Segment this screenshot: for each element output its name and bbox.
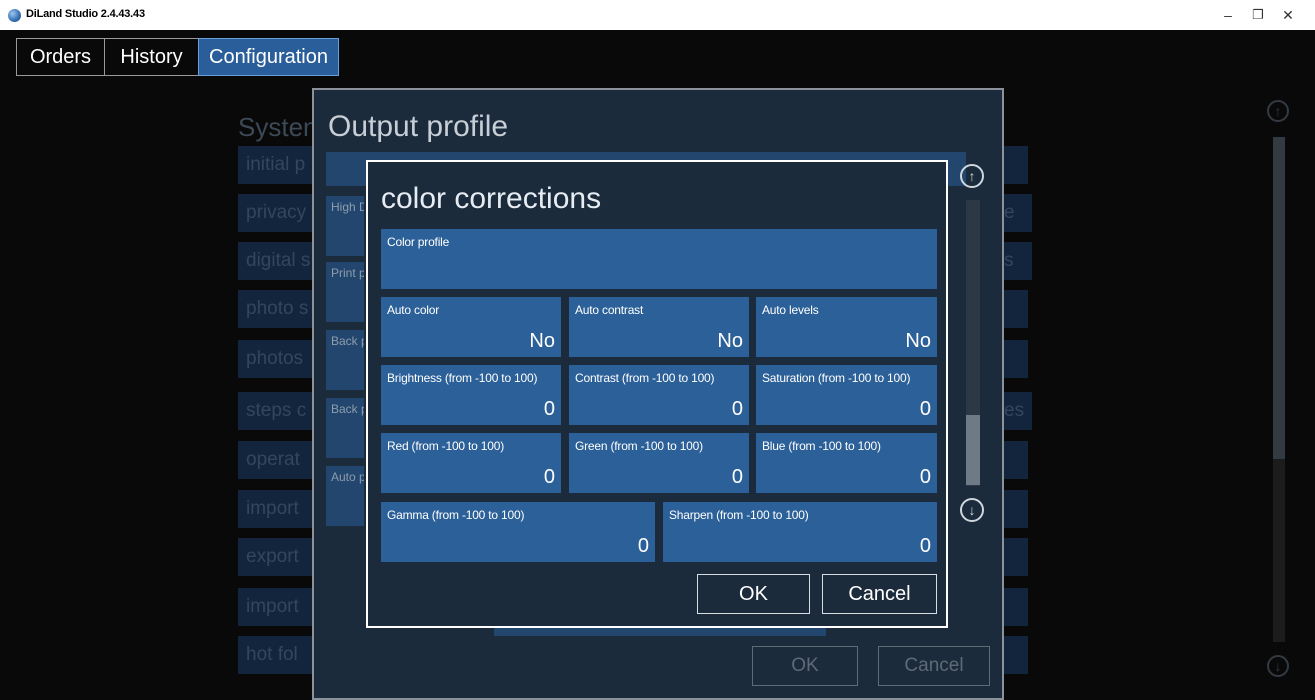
close-button[interactable]: ✕	[1276, 6, 1300, 24]
field-label: Saturation (from -100 to 100)	[762, 371, 911, 385]
ok-button[interactable]: OK	[697, 574, 810, 614]
field-label: Auto color	[387, 303, 440, 317]
field-label: Gamma (from -100 to 100)	[387, 508, 525, 522]
field-value: 0	[919, 466, 931, 488]
tab-orders[interactable]: Orders	[16, 38, 105, 76]
auto-contrast-field[interactable]: Auto contrast No	[569, 297, 749, 357]
field-value: 0	[543, 466, 555, 488]
green-field[interactable]: Green (from -100 to 100) 0	[569, 433, 749, 493]
blue-field[interactable]: Blue (from -100 to 100) 0	[756, 433, 937, 493]
output-row[interactable]: Back p	[326, 330, 364, 390]
arrow-up-circle-icon[interactable]: ↑	[1267, 100, 1289, 122]
arrow-up-circle-icon[interactable]: ↑	[960, 164, 984, 188]
cancel-button[interactable]: Cancel	[822, 574, 937, 614]
field-label: Auto levels	[762, 303, 819, 317]
sharpen-field[interactable]: Sharpen (from -100 to 100) 0	[663, 502, 937, 562]
field-value: 0	[919, 535, 931, 557]
saturation-field[interactable]: Saturation (from -100 to 100) 0	[756, 365, 937, 425]
output-row[interactable]: High D	[326, 196, 364, 256]
field-label: Sharpen (from -100 to 100)	[669, 508, 809, 522]
field-label: Brightness (from -100 to 100)	[387, 371, 538, 385]
color-corrections-dialog: color corrections Color profile Auto col…	[366, 160, 948, 628]
field-value: 0	[731, 466, 743, 488]
field-label: Contrast (from -100 to 100)	[575, 371, 715, 385]
field-label: Green (from -100 to 100)	[575, 439, 703, 453]
app-logo-icon	[8, 9, 21, 22]
output-row[interactable]: Print p	[326, 262, 364, 322]
dialog-title: Output profile	[328, 110, 509, 143]
field-value: No	[717, 330, 743, 352]
field-label: Color profile	[387, 235, 450, 249]
auto-color-field[interactable]: Auto color No	[381, 297, 561, 357]
window-title: DiLand Studio 2.4.43.43	[26, 8, 145, 20]
field-value: 0	[731, 398, 743, 420]
tab-configuration[interactable]: Configuration	[198, 38, 339, 76]
settings-item-fragment: e	[1002, 194, 1032, 232]
settings-item-fragment: es	[1002, 392, 1032, 430]
cancel-button[interactable]: Cancel	[878, 646, 990, 686]
arrow-down-circle-icon[interactable]: ↓	[960, 498, 984, 522]
settings-item-fragment: s	[1002, 242, 1032, 280]
brightness-field[interactable]: Brightness (from -100 to 100) 0	[381, 365, 561, 425]
field-label: Red (from -100 to 100)	[387, 439, 504, 453]
field-value: No	[529, 330, 555, 352]
color-profile-field[interactable]: Color profile	[381, 229, 937, 289]
contrast-field[interactable]: Contrast (from -100 to 100) 0	[569, 365, 749, 425]
output-row[interactable]: Back p	[326, 398, 364, 458]
ok-button[interactable]: OK	[752, 646, 858, 686]
dialog-title: color corrections	[381, 182, 602, 215]
field-value: 0	[919, 398, 931, 420]
main-scrollbar-thumb[interactable]	[1273, 137, 1285, 459]
tab-history[interactable]: History	[104, 38, 199, 76]
app-window: DiLand Studio 2.4.43.43 – ❐ ✕ Orders His…	[0, 0, 1315, 700]
gamma-field[interactable]: Gamma (from -100 to 100) 0	[381, 502, 655, 562]
settings-section-title: Systen	[238, 112, 318, 142]
field-value: 0	[637, 535, 649, 557]
arrow-down-circle-icon[interactable]: ↓	[1267, 655, 1289, 677]
field-value: 0	[543, 398, 555, 420]
red-field[interactable]: Red (from -100 to 100) 0	[381, 433, 561, 493]
output-row[interactable]: Auto p	[326, 466, 364, 526]
dialog-scrollbar-thumb[interactable]	[966, 415, 980, 485]
title-bar: DiLand Studio 2.4.43.43 – ❐ ✕	[0, 0, 1315, 30]
auto-levels-field[interactable]: Auto levels No	[756, 297, 937, 357]
field-label: Auto contrast	[575, 303, 644, 317]
restore-button[interactable]: ❐	[1246, 6, 1270, 24]
field-value: No	[905, 330, 931, 352]
field-label: Blue (from -100 to 100)	[762, 439, 881, 453]
minimize-button[interactable]: –	[1216, 6, 1240, 24]
